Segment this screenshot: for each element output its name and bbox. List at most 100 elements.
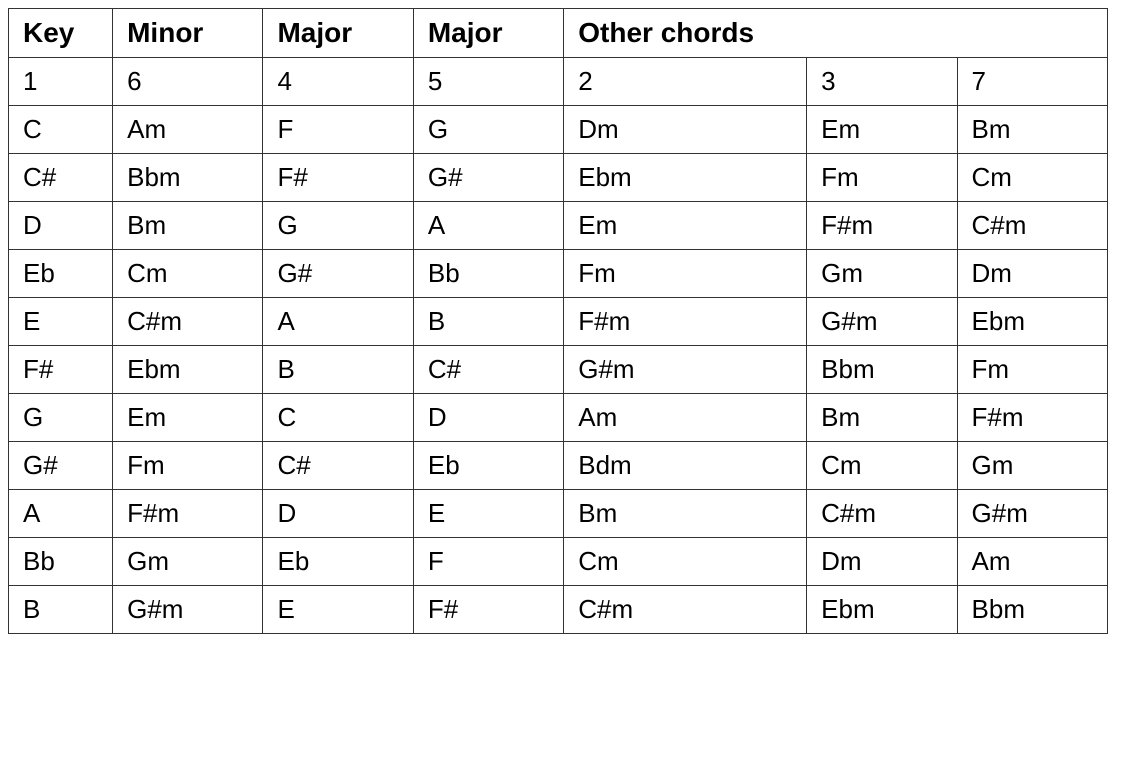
table-row: CAmFGDmEmBm: [9, 106, 1108, 154]
cell-oc7: Cm: [957, 154, 1107, 202]
col-header-major2: Major: [413, 9, 563, 58]
header-row-2: 1 6 4 5 2 3 7: [9, 58, 1108, 106]
col-header-minor: Minor: [113, 9, 263, 58]
col-header-major1: Major: [263, 9, 413, 58]
cell-oc2: F#m: [564, 298, 807, 346]
cell-major2: A: [413, 202, 563, 250]
table-row: DBmGAEmF#mC#m: [9, 202, 1108, 250]
cell-oc3: G#m: [807, 298, 957, 346]
cell-minor: Gm: [113, 538, 263, 586]
table-row: BbGmEbFCmDmAm: [9, 538, 1108, 586]
cell-oc7: Bbm: [957, 586, 1107, 634]
table-row: BG#mEF#C#mEbmBbm: [9, 586, 1108, 634]
cell-major1: F#: [263, 154, 413, 202]
table-row: EC#mABF#mG#mEbm: [9, 298, 1108, 346]
cell-oc7: Ebm: [957, 298, 1107, 346]
chord-table: Key Minor Major Major Other chords 1 6 4…: [8, 8, 1108, 634]
cell-major2: Eb: [413, 442, 563, 490]
cell-minor: Cm: [113, 250, 263, 298]
cell-oc2: Am: [564, 394, 807, 442]
chord-table-body: CAmFGDmEmBmC#BbmF#G#EbmFmCmDBmGAEmF#mC#m…: [9, 106, 1108, 634]
subheader-7: 7: [957, 58, 1107, 106]
header-row-1: Key Minor Major Major Other chords: [9, 9, 1108, 58]
subheader-3: 3: [807, 58, 957, 106]
cell-minor: Em: [113, 394, 263, 442]
cell-minor: Bm: [113, 202, 263, 250]
cell-oc2: Dm: [564, 106, 807, 154]
cell-major1: C#: [263, 442, 413, 490]
cell-major2: E: [413, 490, 563, 538]
cell-oc3: Cm: [807, 442, 957, 490]
col-header-key: Key: [9, 9, 113, 58]
cell-oc2: Fm: [564, 250, 807, 298]
cell-key: A: [9, 490, 113, 538]
cell-oc7: Gm: [957, 442, 1107, 490]
cell-minor: Ebm: [113, 346, 263, 394]
cell-major1: D: [263, 490, 413, 538]
cell-oc3: C#m: [807, 490, 957, 538]
cell-minor: G#m: [113, 586, 263, 634]
cell-key: D: [9, 202, 113, 250]
cell-oc3: Em: [807, 106, 957, 154]
table-row: AF#mDEBmC#mG#m: [9, 490, 1108, 538]
cell-oc3: Fm: [807, 154, 957, 202]
cell-oc2: G#m: [564, 346, 807, 394]
cell-oc7: Fm: [957, 346, 1107, 394]
cell-major2: B: [413, 298, 563, 346]
cell-major2: D: [413, 394, 563, 442]
cell-major1: Eb: [263, 538, 413, 586]
subheader-key: 1: [9, 58, 113, 106]
cell-oc3: Dm: [807, 538, 957, 586]
cell-key: G#: [9, 442, 113, 490]
table-row: F#EbmBC#G#mBbmFm: [9, 346, 1108, 394]
cell-oc2: Bdm: [564, 442, 807, 490]
cell-major2: F: [413, 538, 563, 586]
cell-key: E: [9, 298, 113, 346]
cell-key: C#: [9, 154, 113, 202]
cell-major1: G#: [263, 250, 413, 298]
subheader-4: 4: [263, 58, 413, 106]
cell-key: F#: [9, 346, 113, 394]
cell-oc2: Em: [564, 202, 807, 250]
cell-oc7: Bm: [957, 106, 1107, 154]
cell-oc3: Bm: [807, 394, 957, 442]
cell-oc3: Bbm: [807, 346, 957, 394]
cell-major2: F#: [413, 586, 563, 634]
cell-key: G: [9, 394, 113, 442]
cell-oc2: Cm: [564, 538, 807, 586]
cell-minor: C#m: [113, 298, 263, 346]
col-header-other-chords: Other chords: [564, 9, 1108, 58]
table-row: GEmCDAmBmF#m: [9, 394, 1108, 442]
cell-major2: G#: [413, 154, 563, 202]
cell-major1: E: [263, 586, 413, 634]
table-row: G#FmC#EbBdmCmGm: [9, 442, 1108, 490]
subheader-5: 5: [413, 58, 563, 106]
cell-key: B: [9, 586, 113, 634]
cell-oc2: C#m: [564, 586, 807, 634]
cell-oc7: F#m: [957, 394, 1107, 442]
cell-key: Eb: [9, 250, 113, 298]
cell-oc3: Gm: [807, 250, 957, 298]
subheader-2: 2: [564, 58, 807, 106]
cell-major2: Bb: [413, 250, 563, 298]
cell-minor: Bbm: [113, 154, 263, 202]
cell-major1: F: [263, 106, 413, 154]
cell-key: Bb: [9, 538, 113, 586]
table-row: EbCmG#BbFmGmDm: [9, 250, 1108, 298]
cell-major1: G: [263, 202, 413, 250]
cell-oc7: Dm: [957, 250, 1107, 298]
cell-oc2: Ebm: [564, 154, 807, 202]
cell-oc7: G#m: [957, 490, 1107, 538]
cell-major1: A: [263, 298, 413, 346]
subheader-6: 6: [113, 58, 263, 106]
table-row: C#BbmF#G#EbmFmCm: [9, 154, 1108, 202]
cell-key: C: [9, 106, 113, 154]
cell-major2: G: [413, 106, 563, 154]
cell-oc3: F#m: [807, 202, 957, 250]
cell-minor: Am: [113, 106, 263, 154]
cell-oc2: Bm: [564, 490, 807, 538]
cell-oc3: Ebm: [807, 586, 957, 634]
cell-major2: C#: [413, 346, 563, 394]
cell-major1: C: [263, 394, 413, 442]
cell-minor: F#m: [113, 490, 263, 538]
